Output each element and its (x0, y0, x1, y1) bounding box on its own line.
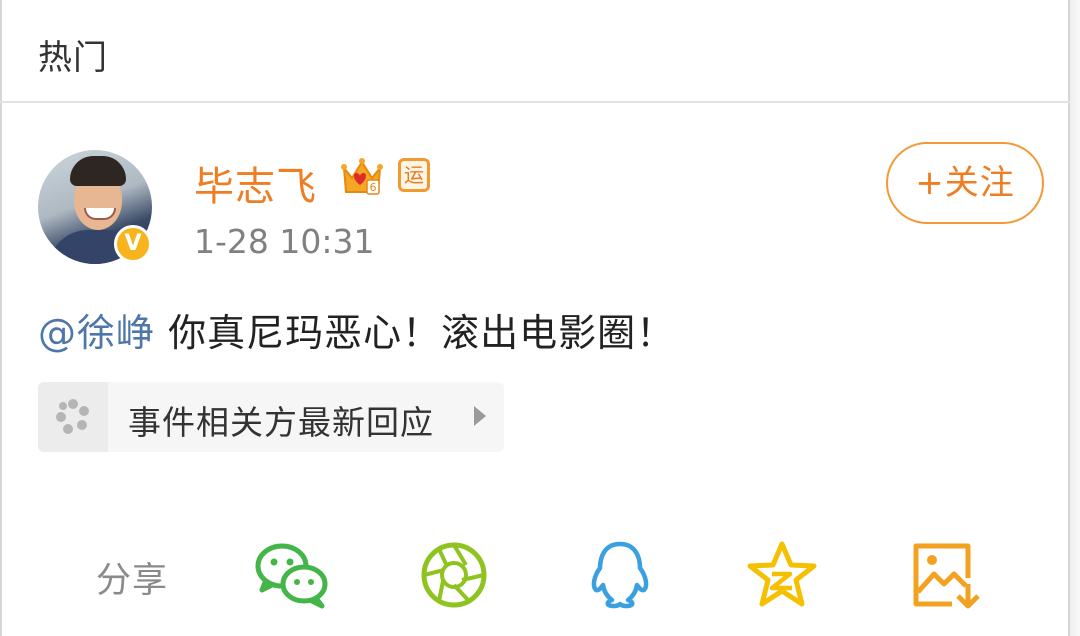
share-label: 分享 (96, 561, 169, 601)
event-response-card[interactable]: 事件相关方最新回应 (38, 382, 504, 452)
section-title: 热门 (38, 38, 108, 78)
avatar-hair-shape (70, 156, 126, 186)
yun-badge-icon: 运 (398, 158, 430, 192)
section-header: 热门 (0, 0, 1070, 103)
chevron-right-icon (474, 406, 486, 426)
post-text: 你真尼玛恶心！滚出电影圈！ (155, 311, 676, 355)
pinwheel-icon (56, 399, 89, 434)
post-timestamp: 1-28 10:31 (194, 222, 375, 261)
qq-icon[interactable] (582, 540, 658, 610)
event-icon-block (38, 382, 108, 452)
event-response-label: 事件相关方最新回应 (128, 403, 434, 442)
save-image-icon[interactable] (908, 540, 984, 610)
author-name[interactable]: 毕志飞 (194, 154, 317, 212)
follow-button[interactable]: +关注 (886, 142, 1044, 224)
qzone-icon[interactable] (744, 540, 820, 610)
mention-link[interactable]: @徐峥 (38, 311, 155, 355)
svg-text:6: 6 (370, 181, 377, 194)
post-content: @徐峥 你真尼玛恶心！滚出电影圈！ (38, 302, 675, 357)
wechat-icon[interactable] (254, 540, 330, 610)
moments-icon[interactable] (418, 540, 494, 610)
verified-badge-icon: V (114, 225, 152, 263)
crown-icon: 6 (341, 158, 383, 195)
scrollbar-track (1070, 0, 1080, 636)
